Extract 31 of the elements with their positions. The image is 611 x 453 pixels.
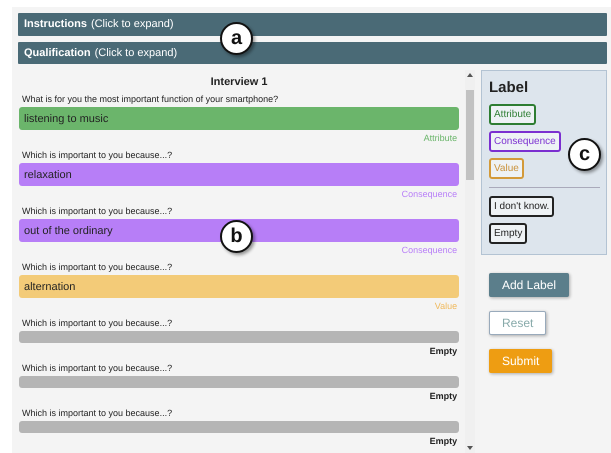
answer-label: Empty: [430, 346, 458, 356]
answer-label: Consequence: [402, 189, 458, 199]
scroll-thumb[interactable]: [466, 90, 474, 180]
question-text: Which is important to you because...?: [21, 206, 174, 216]
interview-title: Interview 1: [210, 76, 268, 88]
label-option[interactable]: Empty: [489, 223, 528, 244]
answer-bar[interactable]: alternation: [19, 275, 460, 298]
label-option[interactable]: I don't know.: [489, 196, 554, 217]
answer-bar[interactable]: listening to music: [19, 107, 460, 130]
question-text: Which is important to you because...?: [21, 318, 174, 328]
question-text: Which is important to you because...?: [21, 408, 174, 418]
panel-title: Label: [489, 79, 528, 96]
label-option[interactable]: Attribute: [489, 104, 536, 125]
answer-bar[interactable]: relaxation: [19, 163, 460, 186]
add-label-button[interactable]: Add Label: [489, 273, 570, 297]
answer-label: Empty: [430, 436, 458, 446]
question-text: Which is important to you because...?: [21, 150, 174, 160]
question-text: Which is important to you because...?: [21, 262, 174, 272]
answer-bar[interactable]: [19, 421, 460, 433]
answer-bar[interactable]: [19, 376, 460, 388]
scrollbar[interactable]: [465, 70, 475, 453]
answer-label: Value: [434, 301, 458, 311]
question-text: What is for you the most important function of your smartphone?: [21, 94, 280, 104]
answer-label: Attribute: [424, 133, 458, 143]
question-text: Which is important to you because...?: [21, 363, 174, 373]
answer-label: Consequence: [402, 245, 458, 255]
scroll-down-icon[interactable]: [467, 446, 474, 450]
label-option[interactable]: Consequence: [489, 131, 561, 152]
answer-label: Empty: [430, 391, 458, 401]
answer-bar[interactable]: [19, 331, 460, 343]
scroll-up-icon[interactable]: [467, 73, 474, 77]
